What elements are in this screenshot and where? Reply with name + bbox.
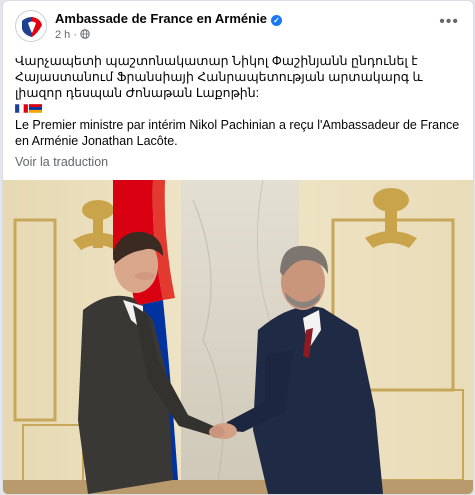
armenia-flag-icon	[29, 104, 42, 113]
post-card: Ambassade de France en Arménie ✓ 2 h · ••…	[2, 0, 474, 495]
post-meta: 2 h ·	[55, 29, 90, 41]
post-text-french: Le Premier ministre par intérim Nikol Pa…	[15, 118, 460, 148]
post-header: Ambassade de France en Arménie ✓ 2 h · ••…	[3, 1, 473, 47]
post-photo[interactable]	[3, 180, 473, 494]
post-timestamp[interactable]: 2 h	[55, 29, 70, 41]
meta-separator: ·	[73, 29, 78, 41]
embassy-logo-icon	[17, 12, 46, 41]
verified-badge-icon: ✓	[270, 15, 282, 26]
post-body: Վարչապետի պաշտոնակատար Նիկոլ Փաշինյանն ը…	[15, 53, 461, 149]
page-name-text[interactable]: Ambassade de France en Arménie	[55, 11, 267, 26]
more-options-icon: •••	[439, 13, 459, 30]
france-flag-icon	[15, 104, 28, 113]
see-translation-link[interactable]: Voir la traduction	[15, 155, 108, 169]
page-avatar[interactable]	[15, 10, 47, 42]
globe-icon	[80, 29, 90, 39]
post-text-armenian: Վարչապետի պաշտոնակատար Նիկոլ Փաշինյանն ը…	[15, 54, 423, 100]
more-options-button[interactable]: •••	[439, 13, 459, 31]
page-name-link[interactable]: Ambassade de France en Arménie ✓	[55, 11, 282, 26]
flags-row	[15, 101, 461, 117]
